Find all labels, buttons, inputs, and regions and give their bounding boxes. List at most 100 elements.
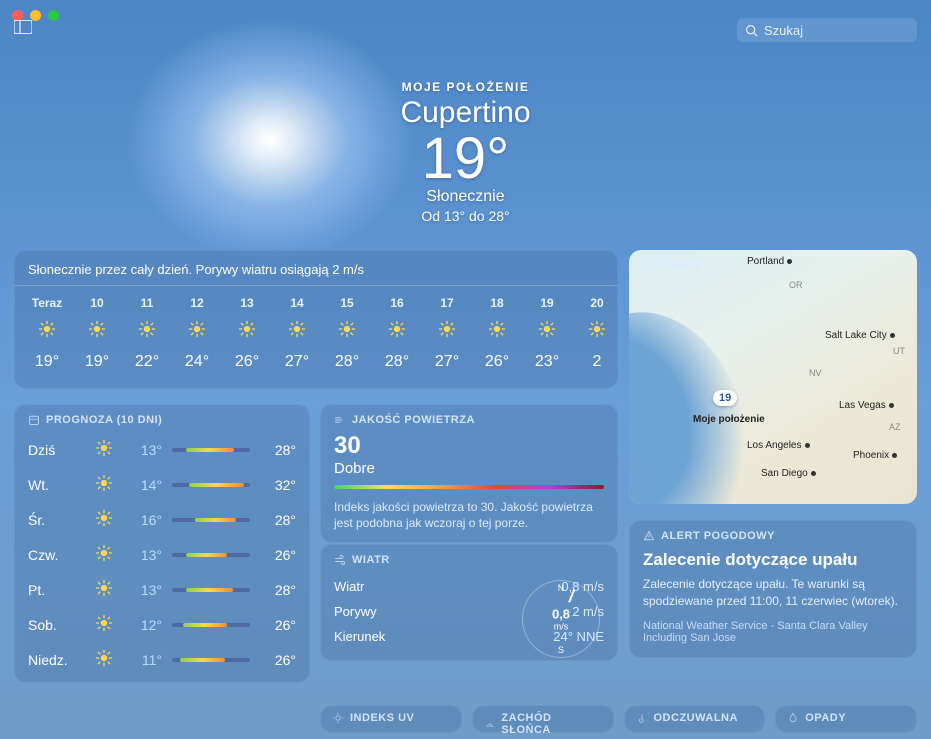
hour-time: 13 bbox=[222, 296, 272, 310]
hour-temp: 19° bbox=[72, 353, 122, 371]
hour-temp: 26° bbox=[222, 353, 272, 371]
detail-cards-row: INDEKS UV ZACHÓD SŁOŃCA ODCZUWALNA OPADY bbox=[320, 705, 917, 733]
feels-like-card[interactable]: ODCZUWALNA bbox=[624, 705, 766, 733]
city-name: Cupertino bbox=[0, 96, 931, 130]
map-title: OPADY bbox=[661, 260, 702, 272]
sun-icon bbox=[92, 544, 116, 565]
day-high: 28° bbox=[260, 512, 296, 528]
map-state-label: NV bbox=[809, 368, 822, 378]
search-field[interactable]: Szukaj bbox=[737, 18, 917, 42]
hour-item[interactable]: 13 26° bbox=[222, 296, 272, 371]
uv-index-card[interactable]: INDEKS UV bbox=[320, 705, 462, 733]
sun-icon bbox=[92, 579, 116, 600]
precipitation-map-card[interactable]: OPADY PortlandSalt Lake CityLas VegasLos… bbox=[629, 250, 917, 504]
sun-icon bbox=[172, 320, 222, 343]
weather-alert-card[interactable]: ALERT POGODOWY Zalecenie dotyczące upału… bbox=[629, 520, 917, 658]
day-low: 13° bbox=[126, 547, 162, 563]
hour-item[interactable]: 10 19° bbox=[72, 296, 122, 371]
day-list: Dziś 13° 28° Wt. 14° 32° Śr. 16° 28° Czw… bbox=[14, 432, 310, 677]
sun-icon bbox=[22, 320, 72, 343]
air-quality-desc: Indeks jakości powietrza to 30. Jakość p… bbox=[320, 499, 618, 531]
hour-item[interactable]: 19 23° bbox=[522, 296, 572, 371]
hour-item[interactable]: 18 26° bbox=[472, 296, 522, 371]
hour-item[interactable]: 17 27° bbox=[422, 296, 472, 371]
day-name: Sob. bbox=[28, 617, 82, 633]
hour-time: 18 bbox=[472, 296, 522, 310]
hour-time: 19 bbox=[522, 296, 572, 310]
day-row[interactable]: Czw. 13° 26° bbox=[14, 537, 310, 572]
hour-time: 20 bbox=[572, 296, 618, 310]
sun-icon bbox=[322, 320, 372, 343]
air-quality-title: JAKOŚĆ POWIETRZA bbox=[352, 414, 475, 426]
hour-time: 15 bbox=[322, 296, 372, 310]
hour-time: 14 bbox=[272, 296, 322, 310]
wind-card[interactable]: WIATR Wiatr0,8 m/sPorywy2 m/sKierunek24°… bbox=[320, 544, 618, 661]
hour-temp: 22° bbox=[122, 353, 172, 371]
hour-temp: 28° bbox=[372, 353, 422, 371]
wind-title: WIATR bbox=[352, 554, 390, 566]
temp-bar bbox=[172, 658, 250, 662]
day-row[interactable]: Dziś 13° 28° bbox=[14, 432, 310, 467]
sun-icon bbox=[572, 320, 618, 343]
alert-body: Zalecenie dotyczące upału. Te warunki są… bbox=[629, 576, 917, 620]
hourly-summary: Słonecznie przez cały dzień. Porywy wiat… bbox=[14, 250, 618, 286]
sun-icon bbox=[222, 320, 272, 343]
search-placeholder: Szukaj bbox=[764, 23, 803, 38]
day-name: Dziś bbox=[28, 442, 82, 458]
hour-time: 11 bbox=[122, 296, 172, 310]
day-row[interactable]: Wt. 14° 32° bbox=[14, 467, 310, 502]
my-location-pin[interactable]: 19 bbox=[713, 390, 737, 406]
hour-item[interactable]: 11 22° bbox=[122, 296, 172, 371]
day-name: Czw. bbox=[28, 547, 82, 563]
sun-icon bbox=[272, 320, 322, 343]
day-row[interactable]: Pt. 13° 28° bbox=[14, 572, 310, 607]
alert-source: National Weather Service - Santa Clara V… bbox=[629, 620, 917, 644]
my-location-label: Moje położenie bbox=[693, 414, 765, 425]
map-state-label: AZ bbox=[889, 422, 901, 432]
day-row[interactable]: Sob. 12° 26° bbox=[14, 607, 310, 642]
hour-temp: 2 bbox=[572, 353, 618, 371]
drop-icon bbox=[787, 712, 799, 724]
sun-icon bbox=[92, 649, 116, 670]
calendar-icon bbox=[28, 414, 40, 426]
air-quality-card[interactable]: JAKOŚĆ POWIETRZA 30 Dobre Indeks jakości… bbox=[320, 404, 618, 543]
hour-time: 12 bbox=[172, 296, 222, 310]
hour-item[interactable]: Teraz 19° bbox=[22, 296, 72, 371]
day-high: 32° bbox=[260, 477, 296, 493]
sunset-card[interactable]: ZACHÓD SŁOŃCA bbox=[472, 705, 614, 733]
air-quality-value: 30 bbox=[320, 432, 618, 460]
hourly-list[interactable]: Teraz 19° 10 19° 11 22° 12 24° 13 26° 14… bbox=[14, 292, 618, 381]
day-name: Wt. bbox=[28, 477, 82, 493]
hourly-forecast-card[interactable]: Słonecznie przez cały dzień. Porywy wiat… bbox=[14, 250, 618, 389]
day-row[interactable]: Niedz. 11° 26° bbox=[14, 642, 310, 677]
ten-day-forecast-card[interactable]: PROGNOZA (10 DNI) Dziś 13° 28° Wt. 14° 3… bbox=[14, 404, 310, 683]
day-low: 13° bbox=[126, 442, 162, 458]
day-high: 26° bbox=[260, 652, 296, 668]
hour-item[interactable]: 12 24° bbox=[172, 296, 222, 371]
day-high: 26° bbox=[260, 617, 296, 633]
current-conditions: MOJE POŁOŻENIE Cupertino 19° Słonecznie … bbox=[0, 80, 931, 224]
hour-item[interactable]: 16 28° bbox=[372, 296, 422, 371]
map-state-label: OR bbox=[789, 280, 803, 290]
sun-icon bbox=[122, 320, 172, 343]
day-name: Pt. bbox=[28, 582, 82, 598]
day-high: 28° bbox=[260, 442, 296, 458]
map-city-label: Phoenix bbox=[853, 450, 897, 461]
hour-item[interactable]: 14 27° bbox=[272, 296, 322, 371]
day-low: 13° bbox=[126, 582, 162, 598]
hour-temp: 23° bbox=[522, 353, 572, 371]
map-city-label: Las Vegas bbox=[839, 400, 894, 411]
hour-item[interactable]: 15 28° bbox=[322, 296, 372, 371]
alert-icon bbox=[643, 530, 655, 542]
map-state-label: UT bbox=[893, 346, 905, 356]
hour-temp: 24° bbox=[172, 353, 222, 371]
zoom-window-button[interactable] bbox=[48, 10, 59, 21]
toggle-sidebar-button[interactable] bbox=[14, 20, 32, 34]
ten-day-title: PROGNOZA (10 DNI) bbox=[46, 414, 162, 426]
precipitation-card[interactable]: OPADY bbox=[775, 705, 917, 733]
day-row[interactable]: Śr. 16° 28° bbox=[14, 502, 310, 537]
temp-bar bbox=[172, 553, 250, 557]
hour-item[interactable]: 20 2 bbox=[572, 296, 618, 371]
map-city-label: Los Angeles bbox=[747, 440, 810, 451]
air-quality-icon bbox=[334, 414, 346, 426]
